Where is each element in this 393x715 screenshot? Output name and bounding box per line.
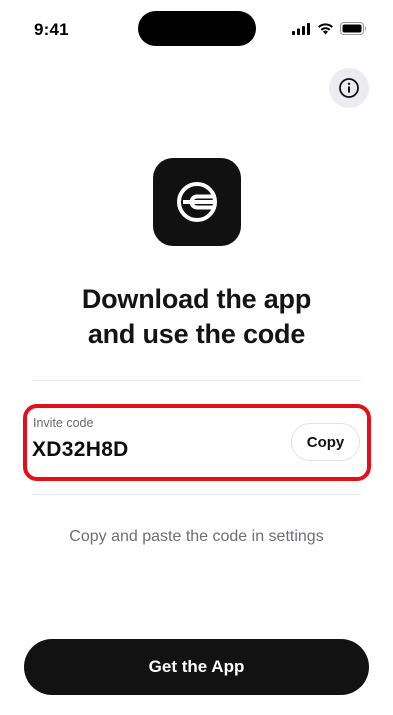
invite-code-box: Invite code XD32H8D Copy — [23, 404, 371, 481]
worldcoin-logo-icon — [177, 182, 217, 222]
status-bar: 9:41 — [0, 0, 393, 58]
wifi-icon — [318, 22, 333, 34]
status-icons — [292, 22, 367, 35]
invite-code-value: XD32H8D — [32, 438, 129, 461]
headline-line-2: and use the code — [87, 319, 306, 349]
get-app-button[interactable]: Get the App — [24, 639, 369, 695]
dynamic-island — [138, 11, 256, 46]
info-button[interactable] — [329, 68, 369, 108]
divider-bottom — [32, 494, 361, 495]
battery-icon — [340, 22, 366, 35]
status-time: 9:41 — [34, 20, 69, 39]
cellular-signal-icon — [292, 22, 310, 35]
page-title: Download the app and use the code — [20, 282, 373, 352]
app-icon — [153, 158, 241, 246]
invite-code-label: Invite code — [33, 416, 94, 430]
copy-button[interactable]: Copy — [291, 423, 360, 461]
divider-top — [32, 380, 361, 381]
instruction-text: Copy and paste the code in settings — [69, 528, 324, 545]
info-icon — [339, 78, 359, 98]
headline-line-1: Download the app — [81, 284, 312, 314]
